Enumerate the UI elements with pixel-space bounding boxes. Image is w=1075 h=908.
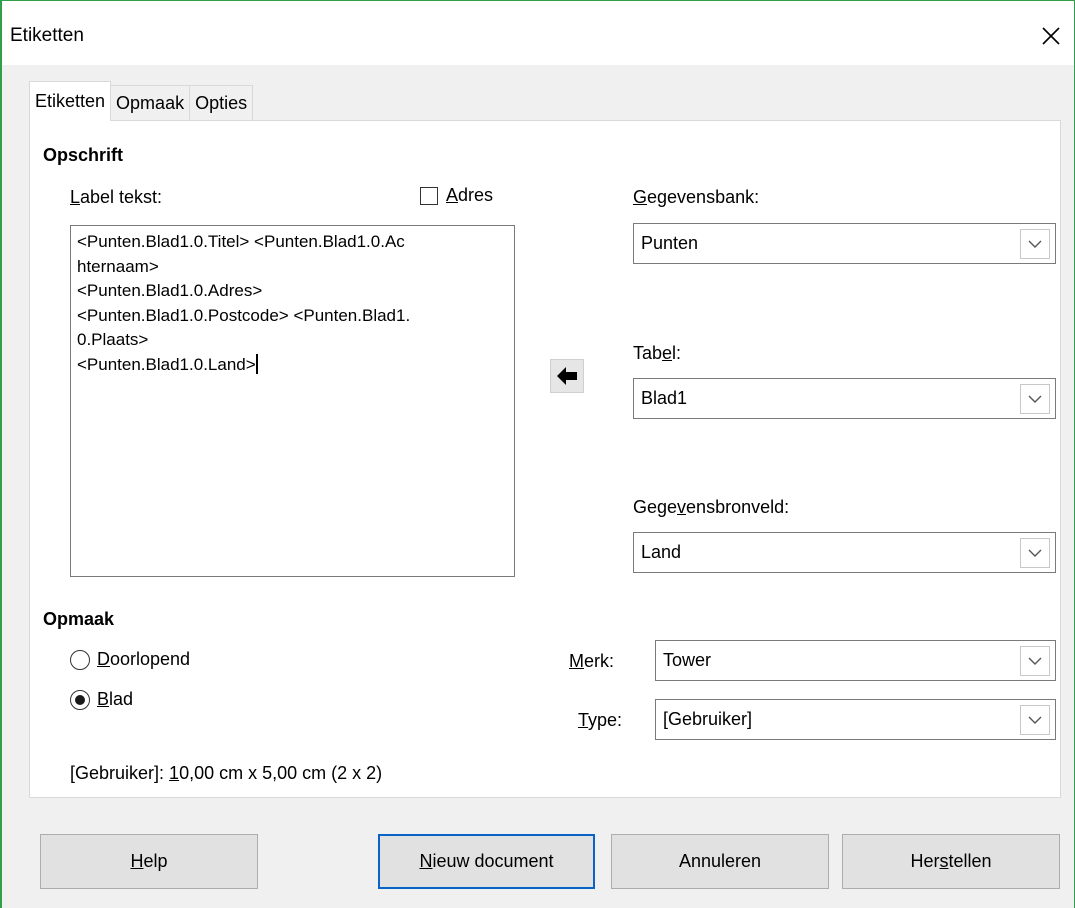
adres-checkbox-box[interactable] <box>420 186 438 205</box>
label-size-rest: 0,00 cm x 5,00 cm (2 x 2) <box>179 763 383 783</box>
label-text-content: <Punten.Blad1.0.Titel> <Punten.Blad1.0.A… <box>77 232 411 374</box>
chevron-down-icon[interactable] <box>1020 705 1050 735</box>
opschrift-heading: Opschrift <box>43 145 124 165</box>
text-caret <box>255 353 258 374</box>
title-bar: Etiketten <box>2 1 1074 65</box>
nieuw-document-button[interactable]: Nieuw document <box>378 834 595 889</box>
opmaak-heading: Opmaak <box>43 609 115 629</box>
radio-blad-circle[interactable] <box>70 689 90 710</box>
adres-checkbox-label: Adres <box>446 185 494 205</box>
tab-etiketten[interactable]: Etiketten <box>29 81 112 121</box>
radio-blad[interactable]: Blad <box>70 689 133 710</box>
tab-opmaak[interactable]: Opmaak <box>110 85 191 121</box>
dialog-title: Etiketten <box>10 25 84 46</box>
label-size-prefix: [Gebruiker]: <box>70 763 170 783</box>
label-text-label: Label tekst: <box>70 187 163 207</box>
bronveld-value: Land <box>641 542 682 562</box>
close-icon[interactable] <box>1034 19 1068 53</box>
tabel-value: Blad1 <box>641 388 688 408</box>
insert-field-button[interactable] <box>550 359 584 393</box>
gegevensbank-label: Gegevensbank: <box>633 187 760 207</box>
arrow-left-icon <box>557 367 577 385</box>
label-size-underlined: 1 <box>169 763 180 783</box>
adres-checkbox[interactable]: Adres <box>420 185 493 206</box>
tabel-select[interactable]: Blad1 <box>633 378 1056 419</box>
type-value: [Gebruiker] <box>663 709 753 729</box>
radio-doorlopend-circle[interactable] <box>70 649 90 670</box>
tab-bar: Etiketten Opmaak Opties <box>29 81 254 121</box>
chevron-down-icon[interactable] <box>1020 646 1050 676</box>
chevron-down-icon[interactable] <box>1020 229 1050 259</box>
gegevensbank-select[interactable]: Punten <box>633 223 1056 264</box>
type-label: Type: <box>578 710 623 730</box>
bronveld-select[interactable]: Land <box>633 532 1056 573</box>
type-select[interactable]: [Gebruiker] <box>655 699 1056 740</box>
annuleren-button[interactable]: Annuleren <box>611 834 829 889</box>
radio-doorlopend[interactable]: Doorlopend <box>70 649 190 670</box>
merk-value: Tower <box>663 650 712 670</box>
chevron-down-icon[interactable] <box>1020 384 1050 414</box>
label-text-area[interactable]: <Punten.Blad1.0.Titel> <Punten.Blad1.0.A… <box>70 225 515 577</box>
tab-opties[interactable]: Opties <box>189 85 254 121</box>
gegevensbank-value: Punten <box>641 233 699 253</box>
chevron-down-icon[interactable] <box>1020 538 1050 568</box>
merk-label: Merk: <box>569 651 615 671</box>
bronveld-label: Gegevensbronveld: <box>633 497 790 517</box>
label-text-label-rest: abel tekst: <box>80 187 163 207</box>
radio-doorlopend-label: Doorlopend <box>97 649 191 669</box>
radio-blad-label: Blad <box>97 689 134 709</box>
help-button[interactable]: Help <box>40 834 258 889</box>
labels-dialog: Etiketten Etiketten Opmaak Opties Opschr… <box>0 0 1075 908</box>
tabel-label: Tabel: <box>633 343 682 363</box>
tab-panel: Opschrift Label tekst: Adres <Punten.Bla… <box>29 120 1061 798</box>
herstellen-button[interactable]: Her s tellen <box>842 834 1060 889</box>
radio-selected-dot <box>75 694 85 705</box>
label-size-info: [Gebruiker]: 10,00 cm x 5,00 cm (2 x 2) <box>70 763 382 784</box>
merk-select[interactable]: Tower <box>655 640 1056 681</box>
